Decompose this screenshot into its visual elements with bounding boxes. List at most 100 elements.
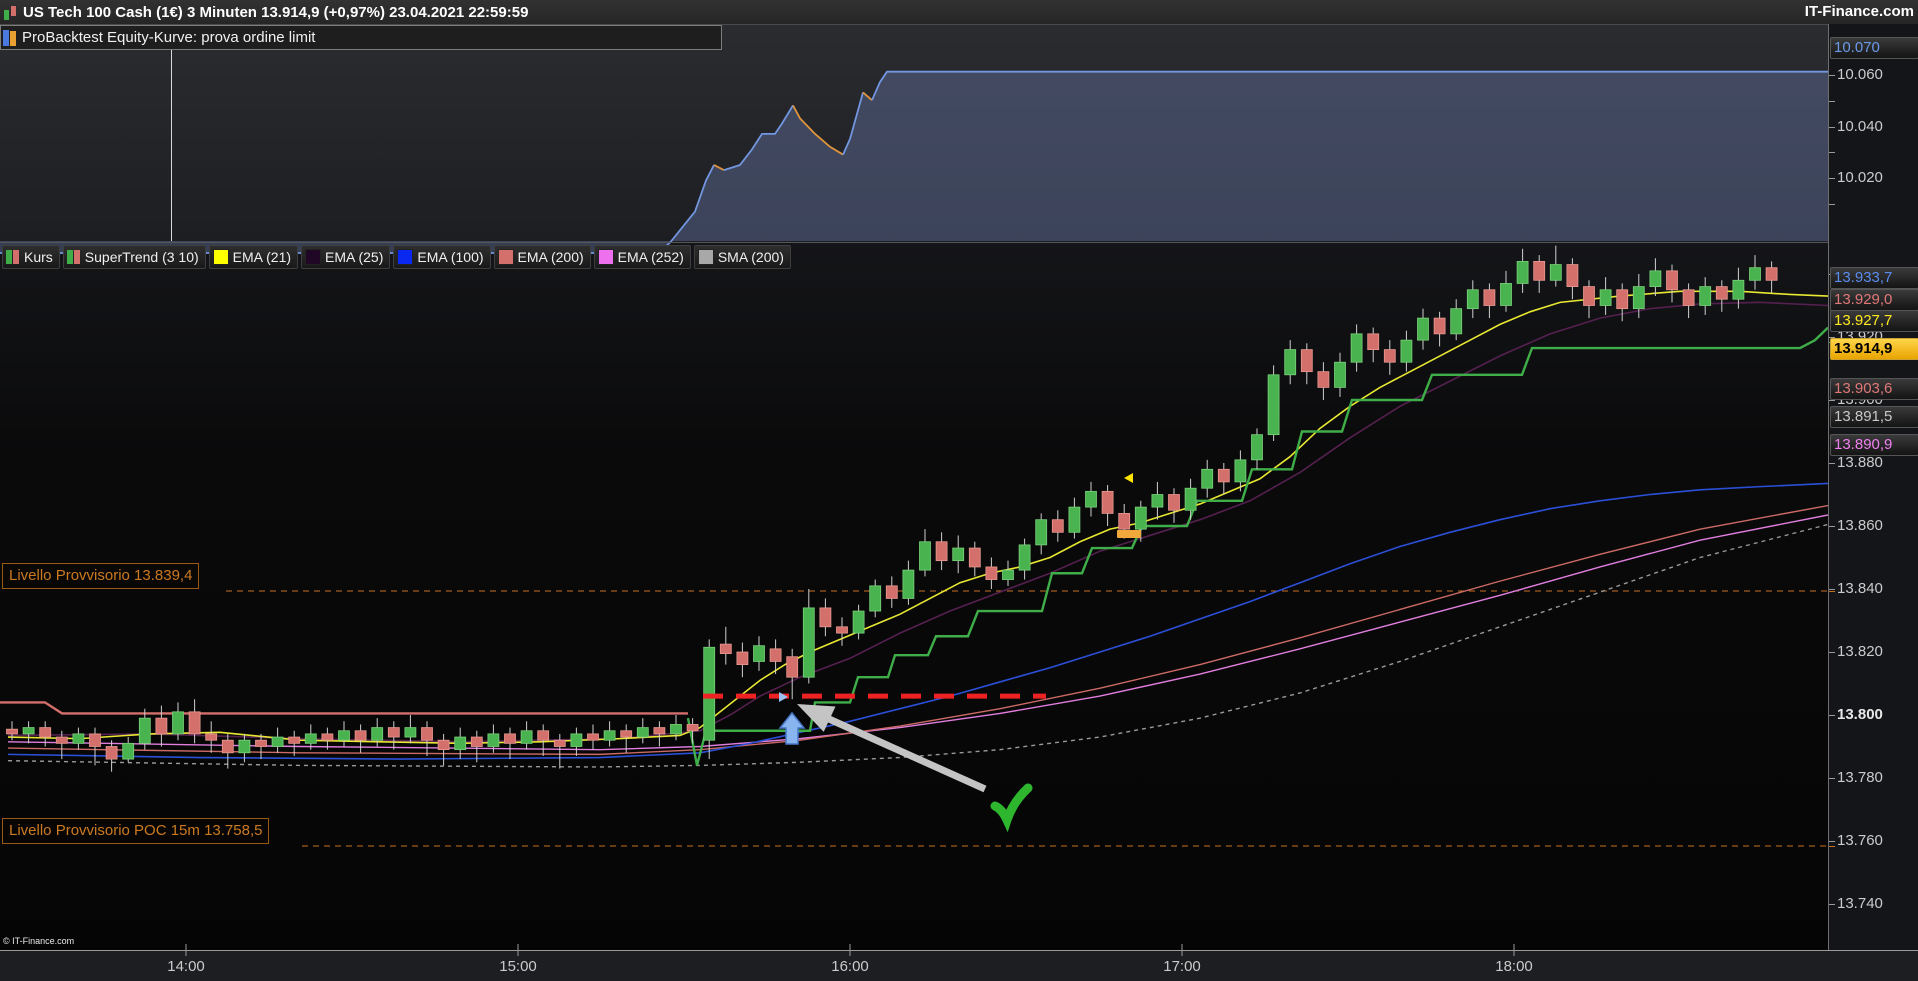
candle [89, 733, 101, 747]
provisional-level-label[interactable]: Livello Provvisorio POC 15m 13.758,5 [2, 818, 270, 844]
candle [22, 727, 35, 735]
candle [1583, 286, 1595, 306]
candle [1533, 260, 1546, 281]
time-label: 14:00 [167, 958, 205, 975]
legend-label: EMA (200) [517, 249, 584, 265]
price-axis-label: 13.840 [1837, 580, 1883, 597]
candle [404, 727, 417, 738]
legend-item-kurs[interactable]: Kurs [2, 245, 60, 269]
legend-item-sma-200-[interactable]: SMA (200) [693, 245, 791, 269]
candle [1433, 317, 1446, 335]
time-label: 15:00 [499, 958, 537, 975]
candle [172, 711, 184, 735]
checkmark-icon [990, 783, 1033, 833]
candle [1566, 264, 1579, 287]
candle [1632, 286, 1645, 310]
legend-item-ema-100-[interactable]: EMA (100) [393, 245, 491, 269]
axis-tick [1829, 652, 1835, 653]
candle [1168, 494, 1180, 511]
candle [935, 541, 948, 562]
chart-window: US Tech 100 Cash (1€) 3 Minuten 13.914,9… [0, 0, 1918, 981]
candle [753, 645, 765, 662]
candle [1134, 506, 1147, 530]
candle [1251, 434, 1263, 461]
pane-separator[interactable] [0, 242, 1918, 243]
candle [1284, 349, 1297, 376]
axis-tick [1829, 715, 1835, 716]
legend-item-supertrend-3-10-[interactable]: SuperTrend (3 10) [62, 245, 206, 269]
candle [304, 733, 317, 744]
candle [487, 733, 500, 747]
time-axis[interactable]: 14:00 15:00 16:00 17:00 18:00 [0, 950, 1918, 981]
legend-label: SMA (200) [717, 249, 784, 265]
equity-axis-label: 10.040 [1837, 118, 1883, 135]
candle [719, 643, 732, 654]
candle [902, 569, 915, 599]
time-tick [185, 951, 187, 956]
candle [952, 547, 965, 562]
supertrend-up-line [686, 326, 1828, 766]
time-tick [849, 951, 851, 956]
legend-item-ema-252-[interactable]: EMA (252) [593, 245, 691, 269]
candle [1300, 349, 1313, 373]
candle [1466, 289, 1479, 310]
legend-item-ema-200-[interactable]: EMA (200) [493, 245, 591, 269]
candle [1151, 494, 1164, 508]
candle [1516, 260, 1529, 284]
candle [155, 717, 168, 735]
indicator-axis-tick [1829, 591, 1835, 592]
candle [819, 607, 832, 628]
candle [1765, 267, 1778, 281]
indicator-axis-tick [1829, 846, 1835, 847]
time-tick [517, 944, 519, 950]
candle [255, 739, 267, 747]
candle [919, 541, 931, 571]
equity-value-box: 10.070 [1830, 37, 1918, 59]
candle [205, 733, 218, 741]
time-tick [849, 944, 851, 950]
candle [221, 739, 234, 754]
last-price-box: 13.914,9 [1830, 338, 1918, 360]
candle [1350, 333, 1363, 363]
legend-label: EMA (25) [325, 249, 384, 265]
ema200-line [7, 504, 1828, 756]
candle [1732, 279, 1745, 300]
candle [686, 724, 699, 732]
equity-axis-label: 10.020 [1837, 169, 1883, 186]
legend-item-ema-21-[interactable]: EMA (21) [208, 245, 299, 269]
candle [1234, 459, 1247, 483]
candle [885, 585, 898, 599]
candle [504, 733, 516, 744]
price-axis-label: 13.800 [1837, 706, 1883, 723]
candle [570, 733, 583, 747]
candle [122, 742, 135, 760]
axis-tick [1829, 589, 1835, 590]
watermark: © IT-Finance.com [3, 936, 75, 946]
candle [670, 724, 682, 735]
candle [1749, 267, 1761, 281]
ema100-line [7, 482, 1828, 760]
candle [39, 727, 52, 738]
candle-swatch-icon [6, 250, 20, 264]
chart-canvas[interactable] [0, 0, 1828, 950]
candle [1500, 283, 1512, 306]
candle [852, 610, 865, 634]
provisional-level-label[interactable]: Livello Provvisorio 13.839,4 [2, 563, 200, 589]
trade-flag-icon [1124, 473, 1133, 483]
candle [1599, 289, 1612, 306]
candle [1649, 270, 1662, 288]
axis-tick [1829, 841, 1835, 842]
equity-area-fill [0, 71, 1828, 253]
pointer-arrow-shaft [827, 715, 987, 793]
price-axis[interactable]: 10.07010.06010.04010.02013.94013.92013.9… [1829, 24, 1918, 950]
equity-axis-label: 10.060 [1837, 66, 1883, 83]
candle [437, 739, 450, 751]
equity-curve-segment [0, 164, 715, 254]
candle [1051, 519, 1064, 533]
candle [1267, 374, 1280, 436]
candle [105, 746, 118, 760]
price-axis-label: 13.760 [1837, 832, 1883, 849]
legend-item-ema-25-[interactable]: EMA (25) [301, 245, 391, 269]
candle [1201, 468, 1214, 489]
candle [1483, 289, 1496, 306]
